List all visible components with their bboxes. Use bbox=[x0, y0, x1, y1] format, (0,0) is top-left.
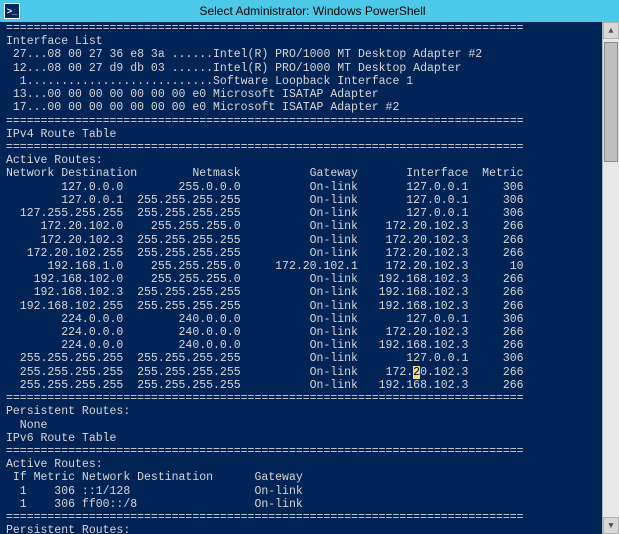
terminal-line: 172.20.102.255 255.255.255.255 On-link 1… bbox=[6, 247, 613, 260]
powershell-icon: >_ bbox=[4, 3, 20, 19]
scroll-thumb[interactable] bbox=[604, 42, 618, 162]
terminal-line: 17...00 00 00 00 00 00 00 e0 Microsoft I… bbox=[6, 101, 613, 114]
terminal-line: 255.255.255.255 255.255.255.255 On-link … bbox=[6, 366, 613, 379]
terminal-line: ========================================… bbox=[6, 115, 613, 128]
terminal-line: Active Routes: bbox=[6, 154, 613, 167]
terminal-line: 224.0.0.0 240.0.0.0 On-link 192.168.102.… bbox=[6, 339, 613, 352]
terminal-line: ========================================… bbox=[6, 511, 613, 524]
terminal-line: 1 306 ff00::/8 On-link bbox=[6, 498, 613, 511]
terminal-line: 127.0.0.0 255.0.0.0 On-link 127.0.0.1 30… bbox=[6, 181, 613, 194]
terminal-line: Network Destination Netmask Gateway Inte… bbox=[6, 167, 613, 180]
terminal-line: Active Routes: bbox=[6, 458, 613, 471]
terminal-line: 255.255.255.255 255.255.255.255 On-link … bbox=[6, 379, 613, 392]
terminal-line: 224.0.0.0 240.0.0.0 On-link 127.0.0.1 30… bbox=[6, 313, 613, 326]
terminal-line: 1 306 ::1/128 On-link bbox=[6, 485, 613, 498]
terminal-line: ========================================… bbox=[6, 445, 613, 458]
titlebar[interactable]: >_ Select Administrator: Windows PowerSh… bbox=[0, 0, 619, 22]
terminal-line: Interface List bbox=[6, 35, 613, 48]
terminal-line: None bbox=[6, 419, 613, 432]
terminal-line: Persistent Routes: bbox=[6, 524, 613, 534]
window-title: Select Administrator: Windows PowerShell bbox=[26, 4, 619, 18]
terminal-line: 127.255.255.255 255.255.255.255 On-link … bbox=[6, 207, 613, 220]
terminal-line: 13...00 00 00 00 00 00 00 e0 Microsoft I… bbox=[6, 88, 613, 101]
terminal-line: 172.20.102.0 255.255.255.0 On-link 172.2… bbox=[6, 220, 613, 233]
terminal-line: 12...08 00 27 d9 db 03 ......Intel(R) PR… bbox=[6, 62, 613, 75]
terminal-line: ========================================… bbox=[6, 141, 613, 154]
terminal-line: 192.168.102.3 255.255.255.255 On-link 19… bbox=[6, 286, 613, 299]
terminal-line: 192.168.102.255 255.255.255.255 On-link … bbox=[6, 300, 613, 313]
terminal-line: IPv4 Route Table bbox=[6, 128, 613, 141]
scroll-up-button[interactable]: ▲ bbox=[603, 22, 619, 39]
terminal-line: 127.0.0.1 255.255.255.255 On-link 127.0.… bbox=[6, 194, 613, 207]
terminal-line: If Metric Network Destination Gateway bbox=[6, 471, 613, 484]
terminal-line: 192.168.1.0 255.255.255.0 172.20.102.1 1… bbox=[6, 260, 613, 273]
terminal-line: Persistent Routes: bbox=[6, 405, 613, 418]
terminal-line: 172.20.102.3 255.255.255.255 On-link 172… bbox=[6, 234, 613, 247]
terminal-line: 255.255.255.255 255.255.255.255 On-link … bbox=[6, 352, 613, 365]
terminal-output[interactable]: ========================================… bbox=[0, 22, 619, 534]
vertical-scrollbar[interactable]: ▲ ▼ bbox=[602, 22, 619, 534]
selection-cursor: 2 bbox=[413, 366, 420, 379]
terminal-line: 27...08 00 27 36 e8 3a ......Intel(R) PR… bbox=[6, 48, 613, 61]
scroll-down-button[interactable]: ▼ bbox=[603, 517, 619, 534]
terminal-line: 224.0.0.0 240.0.0.0 On-link 172.20.102.3… bbox=[6, 326, 613, 339]
terminal-line: ========================================… bbox=[6, 22, 613, 35]
terminal-line: 1...........................Software Loo… bbox=[6, 75, 613, 88]
terminal-line: IPv6 Route Table bbox=[6, 432, 613, 445]
terminal-line: 192.168.102.0 255.255.255.0 On-link 192.… bbox=[6, 273, 613, 286]
terminal-line: ========================================… bbox=[6, 392, 613, 405]
